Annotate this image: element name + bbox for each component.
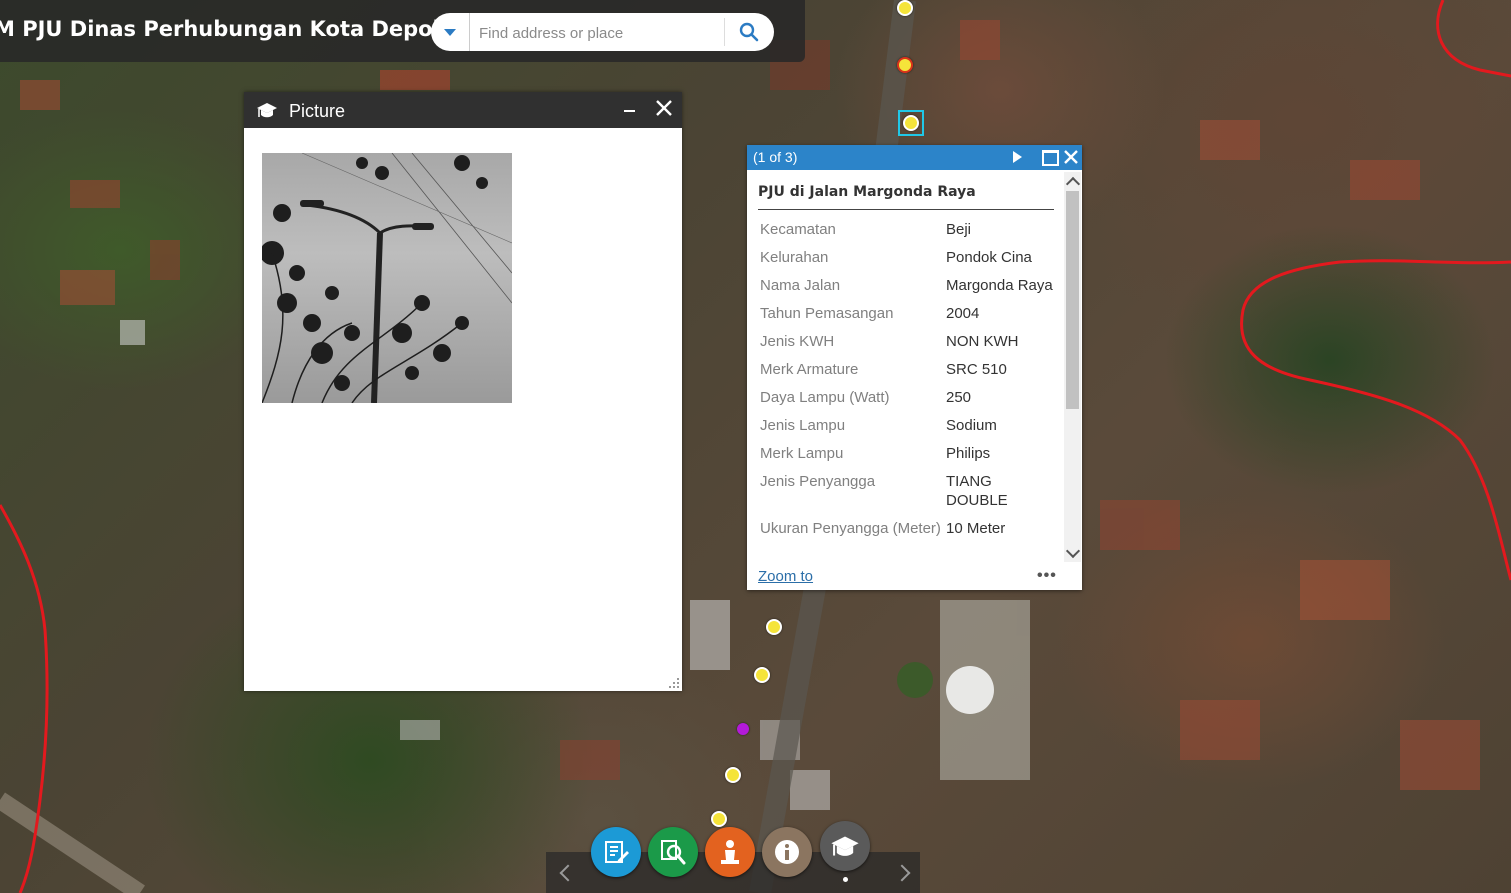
attribute-value: SRC 510 [946, 361, 1007, 378]
map-marker[interactable] [897, 0, 913, 16]
edit-widget-button[interactable] [591, 827, 641, 877]
legend-person-icon [721, 840, 739, 864]
attribute-value: 10 Meter [946, 520, 1006, 537]
map-marker[interactable] [897, 57, 913, 73]
picture-panel-titlebar[interactable]: Picture [244, 92, 682, 128]
attribute-row: Merk Armature SRC 510 [758, 360, 1058, 379]
attribute-value: NON KWH [946, 333, 1019, 350]
about-widget-button[interactable] [762, 827, 812, 877]
attribute-value: TIANG DOUBLE [946, 473, 1008, 509]
attribute-key: Tahun Pemasangan [760, 305, 894, 322]
attribute-key: Daya Lampu (Watt) [760, 389, 890, 406]
attribute-value: Margonda Raya [946, 277, 1053, 294]
attribute-value: Philips [946, 445, 991, 462]
attribute-row: Jenis Lampu Sodium [758, 416, 1058, 435]
scroll-up-icon[interactable] [1065, 176, 1081, 192]
search-source-dropdown[interactable] [431, 13, 470, 51]
attribute-value: Sodium [946, 417, 997, 434]
attribute-value: Beji [946, 221, 972, 238]
app-header: M PJU Dinas Perhubungan Kota Depok [0, 0, 805, 62]
attribute-value: 250 [946, 389, 972, 406]
picture-panel: Picture [244, 92, 682, 691]
feature-popup: (1 of 3) PJU di Jalan Margonda Raya Keca… [747, 145, 1082, 590]
attribute-value: Pondok Cina [946, 249, 1032, 266]
search-layer-icon [661, 840, 686, 865]
attribute-row: Nama Jalan Margonda Raya [758, 276, 1058, 295]
attribute-key: Jenis Penyangga [760, 473, 876, 490]
edit-icon [605, 841, 629, 863]
close-icon [656, 100, 672, 116]
scroll-down-icon[interactable] [1065, 543, 1081, 559]
popup-feature-count: (1 of 3) [753, 149, 798, 165]
attribute-key: Jenis KWH [760, 333, 835, 350]
attribute-row: Jenis Penyangga TIANG DOUBLE [758, 472, 1058, 510]
popup-header: (1 of 3) [747, 145, 1082, 170]
scroll-thumb[interactable] [1066, 191, 1079, 409]
query-widget-button[interactable] [648, 827, 698, 877]
attribute-key: Ukuran Penyangga (Meter) [760, 520, 941, 537]
more-actions-button[interactable]: ••• [1037, 567, 1057, 585]
chevron-left-icon [559, 864, 577, 882]
attribute-row: Tahun Pemasangan 2004 [758, 304, 1058, 323]
picture-widget-button[interactable] [820, 821, 870, 871]
attribute-key: Nama Jalan [760, 277, 841, 294]
map-marker[interactable] [737, 723, 749, 735]
attribute-row: Kecamatan Beji [758, 220, 1058, 239]
legend-widget-button[interactable] [705, 827, 755, 877]
picture-panel-title: Picture [289, 101, 346, 121]
attribute-row: Merk Lampu Philips [758, 444, 1058, 463]
attribute-row: Kelurahan Pondok Cina [758, 248, 1058, 267]
attribute-value: 2004 [946, 305, 980, 322]
close-icon [1064, 150, 1078, 164]
search-icon [739, 22, 759, 42]
minimize-button[interactable] [622, 98, 638, 120]
toolbar-prev-button[interactable] [548, 858, 584, 886]
map-marker[interactable] [766, 619, 782, 635]
street-light-photo [262, 153, 512, 403]
chevron-right-icon [893, 864, 911, 882]
popup-content[interactable]: PJU di Jalan Margonda Raya Kecamatan Beji… [747, 170, 1082, 564]
attribute-row: Ukuran Penyangga (Meter) 10 Meter [758, 519, 1058, 538]
attribute-key: Merk Lampu [760, 445, 844, 462]
close-button[interactable] [654, 98, 674, 120]
chevron-down-icon [444, 28, 456, 36]
active-widget-indicator [843, 877, 848, 882]
app-title: M PJU Dinas Perhubungan Kota Depok [0, 17, 447, 41]
search-button[interactable] [724, 18, 773, 46]
popup-close-button[interactable] [1063, 148, 1079, 166]
resize-handle-icon[interactable] [668, 677, 680, 689]
search-input[interactable] [477, 17, 726, 49]
maximize-button[interactable] [1042, 150, 1059, 166]
attribute-key: Kelurahan [760, 249, 829, 266]
map-marker[interactable] [725, 767, 741, 783]
attribute-key: Merk Armature [760, 361, 859, 378]
search-box [431, 13, 774, 51]
popup-scrollbar[interactable] [1064, 172, 1081, 562]
info-icon [775, 840, 799, 864]
next-feature-button[interactable] [1013, 151, 1022, 163]
attribute-key: Kecamatan [760, 221, 836, 238]
attribute-key: Jenis Lampu [760, 417, 846, 434]
zoom-to-link[interactable]: Zoom to [758, 568, 813, 585]
attribute-row: Daya Lampu (Watt) 250 [758, 388, 1058, 407]
graduation-cap-icon [257, 103, 277, 118]
map-marker[interactable] [711, 811, 727, 827]
map-marker[interactable] [754, 667, 770, 683]
picture-icon [831, 836, 859, 856]
popup-title: PJU di Jalan Margonda Raya [758, 184, 1054, 210]
toolbar-next-button[interactable] [886, 858, 922, 886]
attribute-table: Kecamatan Beji Kelurahan Pondok Cina Nama Ja… [758, 211, 1058, 547]
attribute-row: Jenis KWH NON KWH [758, 332, 1058, 351]
popup-footer: Zoom to ••• [747, 564, 1082, 590]
selection-highlight [898, 110, 924, 136]
